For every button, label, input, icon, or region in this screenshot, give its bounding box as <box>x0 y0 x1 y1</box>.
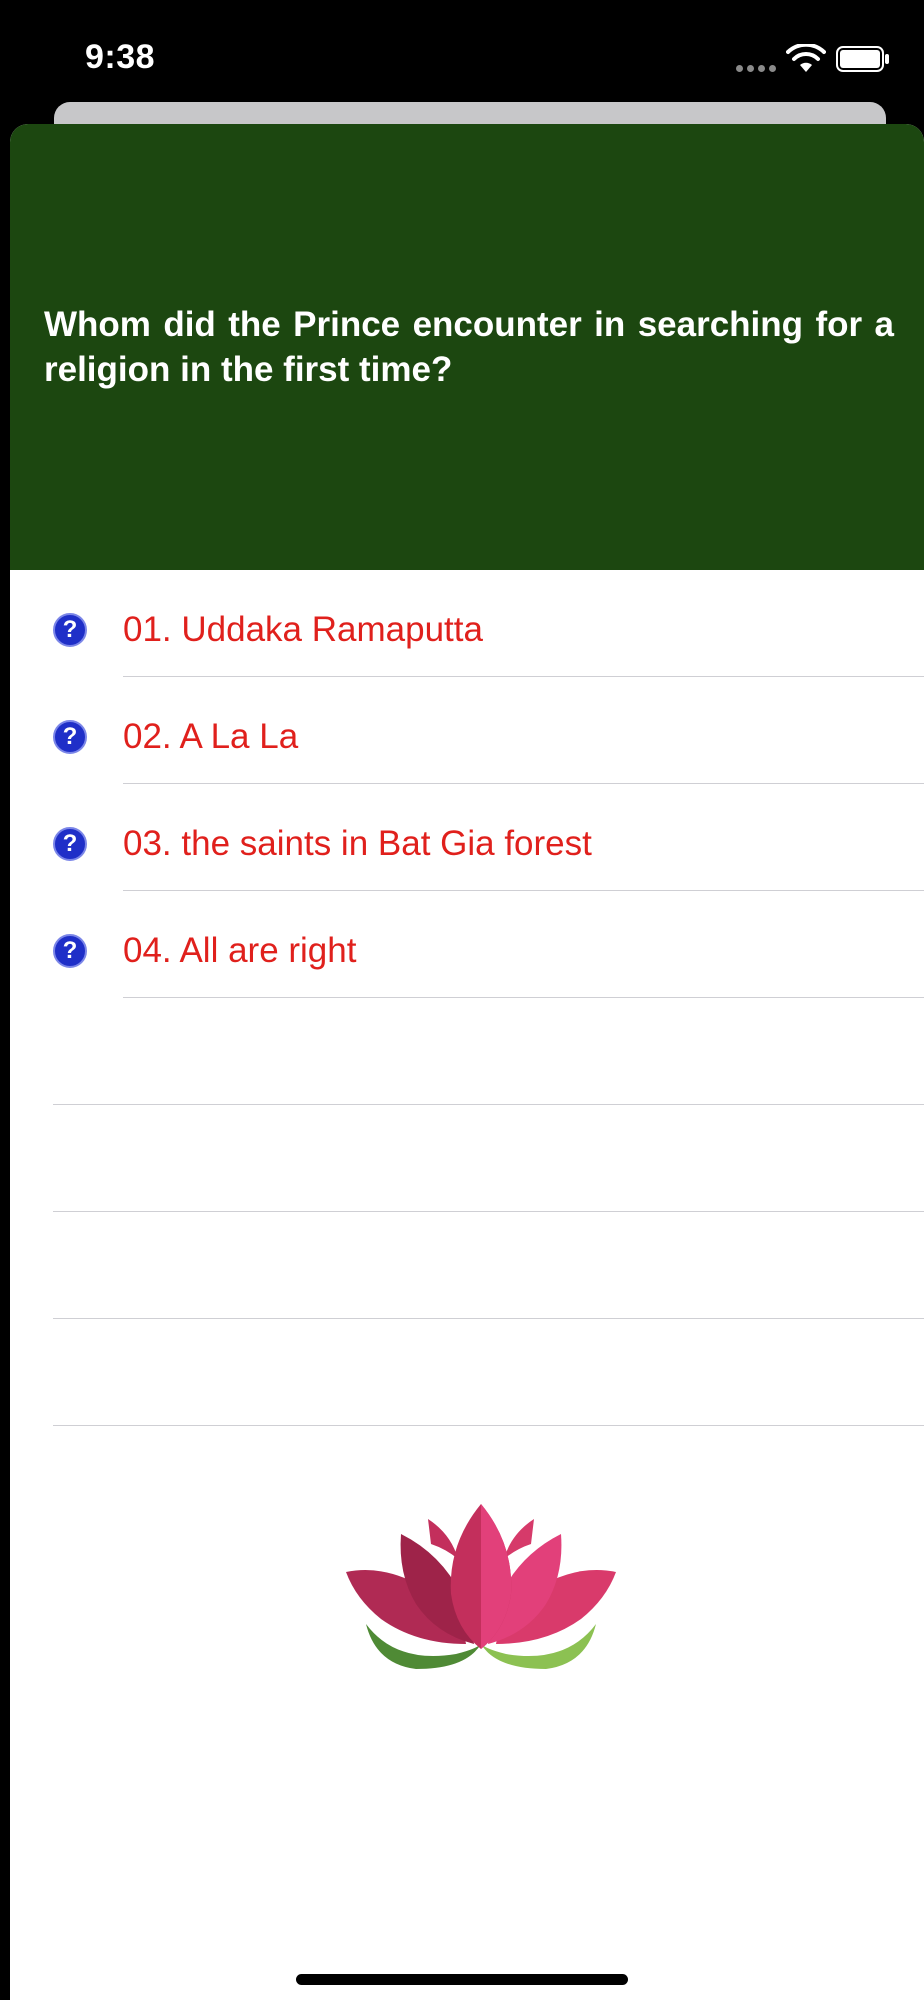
answer-label: 03. the saints in Bat Gia forest <box>123 824 592 863</box>
help-circle-icon: ? <box>53 613 87 647</box>
question-panel: Whom did the Prince encounter in searchi… <box>10 124 924 570</box>
home-indicator[interactable] <box>296 1974 628 1985</box>
help-circle-icon: ? <box>53 720 87 754</box>
answer-option-2[interactable]: ? 02. A La La <box>10 677 924 784</box>
battery-icon <box>836 46 889 72</box>
empty-row <box>10 1319 924 1426</box>
answer-option-1[interactable]: ? 01. Uddaka Ramaputta <box>10 570 924 677</box>
answer-label: 02. A La La <box>123 717 299 756</box>
help-circle-icon: ? <box>53 827 87 861</box>
answer-option-4[interactable]: ? 04. All are right <box>10 891 924 998</box>
help-circle-icon: ? <box>53 934 87 968</box>
lotus-logo <box>346 1504 616 1669</box>
wifi-icon <box>786 44 826 72</box>
empty-row <box>10 1212 924 1319</box>
question-text: Whom did the Prince encounter in searchi… <box>44 305 894 389</box>
quiz-card: Whom did the Prince encounter in searchi… <box>10 124 924 2000</box>
answer-option-3[interactable]: ? 03. the saints in Bat Gia forest <box>10 784 924 891</box>
answer-list: ? 01. Uddaka Ramaputta ? 02. A La La ? 0… <box>10 570 924 1426</box>
empty-row <box>10 1105 924 1212</box>
divider <box>53 1425 924 1426</box>
signal-icon <box>736 62 780 72</box>
answer-label: 01. Uddaka Ramaputta <box>123 610 483 649</box>
answer-label: 04. All are right <box>123 931 357 970</box>
notch <box>214 0 722 78</box>
empty-row <box>10 998 924 1105</box>
status-time: 9:38 <box>85 38 156 76</box>
